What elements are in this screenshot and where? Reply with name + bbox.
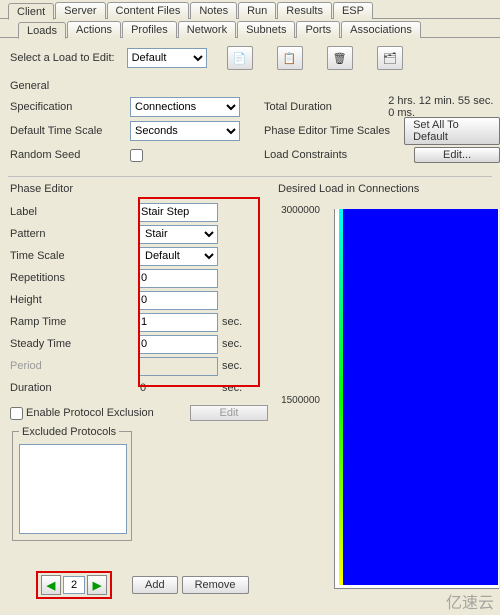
enable-protocol-exclusion-label: Enable Protocol Exclusion — [26, 407, 154, 419]
chart-canvas: 3000000 1500000 — [276, 201, 492, 601]
excluded-protocols-list[interactable] — [19, 444, 127, 534]
height-label: Height — [8, 294, 138, 306]
ramp-time-unit: sec. — [222, 316, 242, 328]
period-input — [138, 357, 218, 376]
load-constraints-label: Load Constraints — [264, 149, 414, 161]
ramp-time-label: Ramp Time — [8, 316, 138, 328]
ramp-time-input[interactable] — [138, 313, 218, 332]
y-tick-0: 3000000 — [265, 205, 320, 216]
height-input[interactable] — [138, 291, 218, 310]
tab-associations[interactable]: Associations — [341, 21, 421, 38]
excluded-protocols-group: Excluded Protocols — [12, 431, 132, 541]
next-phase-button[interactable]: ▶ — [87, 575, 107, 595]
random-seed-label: Random Seed — [10, 149, 130, 161]
select-load-dropdown[interactable]: Default — [127, 48, 207, 68]
prev-phase-button[interactable]: ◀ — [41, 575, 61, 595]
highlight-box-nav: ◀ ▶ — [36, 571, 112, 599]
tab-ports[interactable]: Ports — [296, 21, 340, 38]
remove-phase-button[interactable]: Remove — [182, 576, 249, 594]
set-all-default-button[interactable]: Set All To Default — [404, 117, 500, 145]
duration-label: Duration — [8, 382, 138, 394]
time-scale-label: Time Scale — [8, 250, 138, 262]
duration-value: 0 — [138, 382, 218, 394]
random-seed-checkbox[interactable] — [130, 149, 143, 162]
steady-time-input[interactable] — [138, 335, 218, 354]
copy-icon[interactable]: 📋 — [277, 46, 303, 70]
top-tabs: Client Server Content Files Notes Run Re… — [0, 0, 500, 19]
default-time-scale-select[interactable]: Seconds — [130, 121, 240, 141]
phase-time-scales-label: Phase Editor Time Scales — [264, 125, 404, 137]
period-unit: sec. — [222, 360, 242, 372]
chart-title: Desired Load in Connections — [276, 183, 492, 195]
load-select-row: Select a Load to Edit: Default 📄 📋 🗑 🗂 — [0, 38, 500, 78]
tab-client[interactable]: Client — [8, 3, 54, 20]
time-scale-select[interactable]: Default — [138, 247, 218, 266]
tab-network[interactable]: Network — [178, 21, 236, 38]
sub-tabs: Loads Actions Profiles Network Subnets P… — [0, 19, 500, 38]
label-label: Label — [8, 206, 138, 218]
delete-icon[interactable]: 🗑 — [327, 46, 353, 70]
steady-time-label: Steady Time — [8, 338, 138, 350]
tab-actions[interactable]: Actions — [67, 21, 121, 38]
total-duration-label: Total Duration — [264, 101, 388, 113]
default-time-scale-label: Default Time Scale — [10, 125, 130, 137]
tab-subnets[interactable]: Subnets — [237, 21, 295, 38]
watermark: 亿速云 — [446, 589, 494, 613]
enable-protocol-exclusion-checkbox[interactable] — [10, 407, 23, 420]
select-load-label: Select a Load to Edit: — [10, 52, 115, 64]
pattern-select[interactable]: Stair — [138, 225, 218, 244]
phase-nav-row: ◀ ▶ Add Remove — [36, 571, 249, 599]
constraints-edit-button[interactable]: Edit... — [414, 147, 500, 163]
duration-unit: sec. — [222, 382, 242, 394]
new-icon[interactable]: 📄 — [227, 46, 253, 70]
tab-content-files[interactable]: Content Files — [107, 2, 190, 19]
period-label: Period — [8, 360, 138, 372]
steady-time-unit: sec. — [222, 338, 242, 350]
pattern-label: Pattern — [8, 228, 138, 240]
repetitions-input[interactable] — [138, 269, 218, 288]
tab-profiles[interactable]: Profiles — [122, 21, 177, 38]
phase-editor-title: Phase Editor — [8, 183, 268, 195]
tab-results[interactable]: Results — [277, 2, 332, 19]
specification-select[interactable]: Connections — [130, 97, 240, 117]
general-title: General — [0, 78, 500, 96]
tab-notes[interactable]: Notes — [190, 2, 237, 19]
y-tick-1: 1500000 — [265, 395, 320, 406]
excluded-protocols-title: Excluded Protocols — [19, 426, 119, 438]
tab-loads[interactable]: Loads — [18, 22, 66, 39]
add-phase-button[interactable]: Add — [132, 576, 178, 594]
properties-icon[interactable]: 🗂 — [377, 46, 403, 70]
tab-run[interactable]: Run — [238, 2, 276, 19]
protocol-exclusion-edit-button: Edit — [190, 405, 268, 421]
total-duration-value: 2 hrs. 12 min. 55 sec. 0 ms. — [388, 95, 500, 119]
tab-server[interactable]: Server — [55, 2, 105, 19]
repetitions-label: Repetitions — [8, 272, 138, 284]
specification-label: Specification — [10, 101, 130, 113]
tab-esp[interactable]: ESP — [333, 2, 373, 19]
chart-plot-area — [334, 209, 499, 589]
phase-index-input[interactable] — [63, 576, 85, 594]
chart-series-area — [343, 209, 498, 585]
label-input[interactable] — [138, 203, 218, 222]
